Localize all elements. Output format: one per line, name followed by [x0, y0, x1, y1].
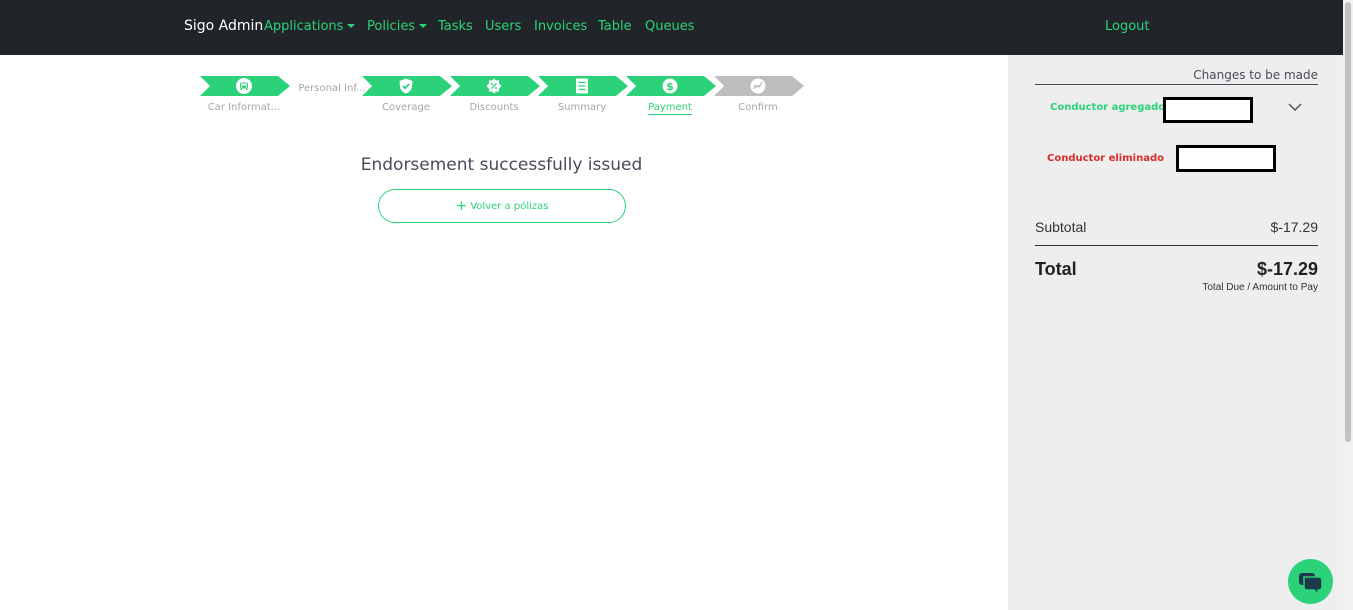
back-to-policies-button[interactable]: + Volver a pólizas	[378, 189, 626, 223]
plus-icon: +	[455, 198, 468, 214]
step-label: Car Informat...	[207, 102, 281, 113]
nav-users[interactable]: Users	[485, 19, 521, 34]
back-to-policies-label: Volver a pólizas	[470, 200, 549, 212]
step-label: Discounts	[469, 102, 519, 113]
nav-table[interactable]: Table	[598, 19, 632, 34]
list-icon	[576, 78, 588, 94]
svg-text:$: $	[666, 80, 674, 93]
signature-icon	[750, 78, 766, 94]
top-navbar: Sigo Admin Applications Policies Tasks U…	[0, 0, 1343, 55]
total-due-note: Total Due / Amount to Pay	[1202, 282, 1318, 293]
shield-check-icon	[399, 78, 413, 94]
chat-button[interactable]	[1288, 559, 1333, 604]
dollar-icon: $	[662, 78, 678, 94]
changes-title: Changes to be made	[1035, 68, 1318, 85]
chevron-down-icon[interactable]	[1287, 101, 1303, 113]
step-summary[interactable]: Summary	[538, 76, 628, 121]
step-discounts[interactable]: Discounts	[450, 76, 540, 121]
step-car-information[interactable]: Car Informat...	[200, 76, 290, 121]
caret-down-icon	[419, 24, 428, 28]
chat-icon	[1299, 573, 1323, 594]
step-label-text: Payment	[648, 102, 692, 115]
nav-applications[interactable]: Applications	[264, 19, 356, 34]
nav-tasks[interactable]: Tasks	[438, 19, 473, 34]
progress-stepper: Car Informat... Personal Inf... Coverage…	[200, 76, 810, 126]
step-label: Confirm	[738, 102, 778, 113]
logout-link[interactable]: Logout	[1105, 19, 1150, 34]
driver-removed-label: Conductor eliminado	[1047, 153, 1164, 164]
step-confirm[interactable]: Confirm	[714, 76, 804, 121]
nav-policies-label: Policies	[367, 19, 416, 34]
percent-badge-icon	[486, 78, 502, 94]
redacted-added-driver	[1163, 97, 1253, 123]
driver-added-label: Conductor agregado	[1050, 102, 1166, 113]
step-payment[interactable]: $ Payment	[626, 76, 716, 121]
divider	[1035, 245, 1318, 246]
brand-name[interactable]: Sigo Admin	[184, 18, 263, 34]
step-coverage[interactable]: Coverage	[362, 76, 452, 121]
caret-down-icon	[347, 24, 356, 28]
redacted-removed-driver	[1176, 145, 1276, 172]
step-label: Coverage	[382, 102, 430, 113]
total-label: Total	[1035, 259, 1077, 279]
nav-queues[interactable]: Queues	[645, 19, 694, 34]
scrollbar-thumb[interactable]	[1345, 2, 1351, 442]
car-icon	[236, 78, 252, 94]
subtotal-value: $-17.29	[1270, 219, 1318, 235]
success-message: Endorsement successfully issued	[360, 155, 643, 175]
subtotal-label: Subtotal	[1035, 219, 1087, 235]
total-value: $-17.29	[1256, 259, 1318, 279]
nav-applications-label: Applications	[264, 19, 344, 34]
changes-panel	[1008, 55, 1343, 610]
nav-invoices[interactable]: Invoices	[534, 19, 587, 34]
step-label: Payment	[626, 102, 714, 115]
nav-policies[interactable]: Policies	[367, 19, 428, 34]
step-label: Summary	[557, 102, 607, 113]
